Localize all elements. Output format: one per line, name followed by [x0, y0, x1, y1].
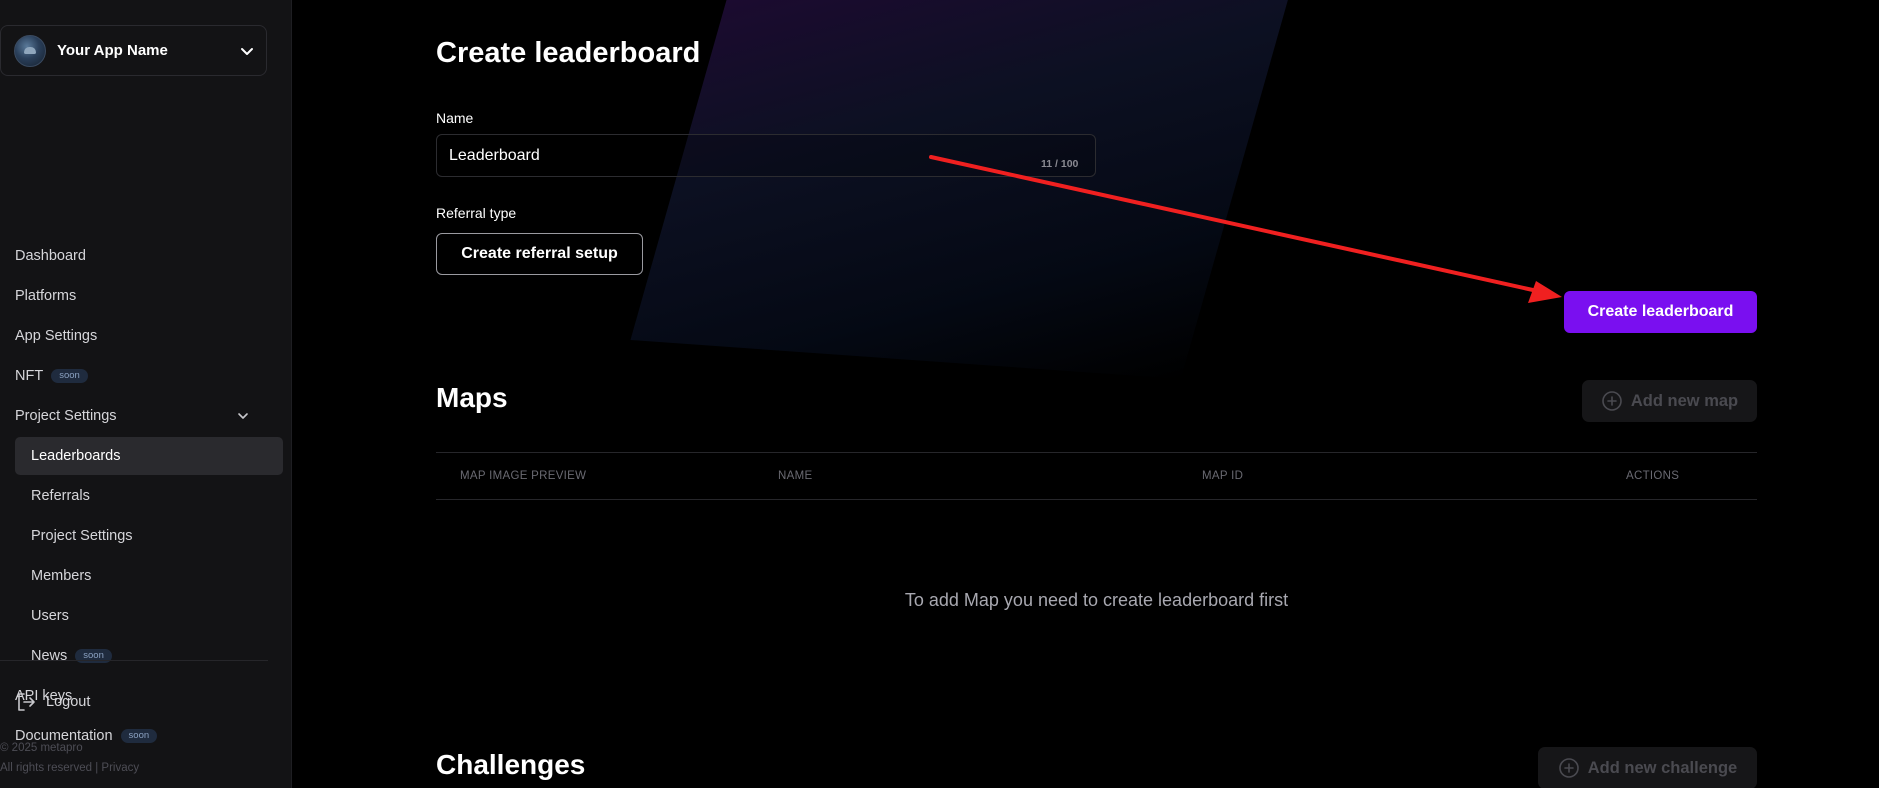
app-name: Your App Name: [57, 42, 168, 59]
sidebar-item-project-settings[interactable]: Project Settings: [15, 517, 283, 555]
sidebar-item-label: Project Settings: [15, 408, 117, 424]
sidebar-item-label: Users: [31, 608, 69, 624]
footer-rights: All rights reserved | Privacy: [0, 762, 139, 774]
sidebar: Your App Name Dashboard Platforms App Se…: [0, 0, 292, 788]
challenges-title: Challenges: [436, 749, 586, 780]
footer-rights-text: All rights reserved |: [0, 762, 99, 774]
sidebar-item-nft[interactable]: NFT soon: [15, 357, 88, 395]
column-header-name: NAME: [778, 470, 813, 482]
add-new-challenge-button[interactable]: Add new challenge: [1538, 747, 1757, 788]
add-new-map-label: Add new map: [1630, 391, 1739, 410]
sidebar-item-label: NFT: [15, 368, 44, 384]
sidebar-item-label: Members: [31, 568, 92, 584]
plus-circle-icon: [1558, 758, 1579, 778]
column-header-map-image-preview: MAP IMAGE PREVIEW: [460, 470, 587, 482]
sidebar-item-users[interactable]: Users: [15, 597, 283, 635]
soon-badge: soon: [75, 648, 112, 664]
name-char-counter: 11 / 100: [1041, 158, 1079, 170]
background-decoration: [630, 0, 1294, 380]
referral-type-label: Referral type: [436, 205, 517, 221]
sidebar-divider: [0, 660, 268, 661]
column-header-actions: ACTIONS: [1626, 470, 1680, 482]
logout-label: Logout: [46, 694, 91, 710]
add-new-challenge-label: Add new challenge: [1587, 758, 1738, 777]
sidebar-item-project-settings-group[interactable]: Project Settings: [15, 397, 250, 435]
sidebar-item-referrals[interactable]: Referrals: [15, 477, 283, 515]
sidebar-item-label: Referrals: [31, 488, 90, 504]
sidebar-item-label: Dashboard: [15, 248, 86, 264]
sidebar-item-label: App Settings: [15, 328, 98, 344]
name-label: Name: [436, 110, 474, 126]
app-avatar: [14, 34, 46, 67]
sidebar-item-label: Project Settings: [31, 528, 133, 544]
sidebar-item-app-settings[interactable]: App Settings: [15, 317, 97, 355]
sidebar-item-label: Leaderboards: [31, 448, 121, 464]
maps-title: Maps: [436, 382, 508, 413]
add-new-map-button[interactable]: Add new map: [1582, 380, 1757, 422]
page-title: Create leaderboard: [436, 37, 701, 69]
maps-empty-message: To add Map you need to create leaderboar…: [904, 590, 1289, 610]
logout-icon: [18, 693, 35, 711]
logout-button[interactable]: Logout: [15, 688, 90, 716]
sidebar-item-members[interactable]: Members: [15, 557, 283, 595]
sidebar-item-platforms[interactable]: Platforms: [15, 277, 76, 315]
sidebar-item-dashboard[interactable]: Dashboard: [15, 237, 86, 275]
soon-badge: soon: [120, 728, 158, 744]
chevron-down-icon: [238, 413, 248, 419]
main-content: Create leaderboard Name 11 / 100 Referra…: [292, 0, 1879, 788]
sidebar-item-news[interactable]: News soon: [15, 637, 112, 675]
column-header-map-id: MAP ID: [1202, 470, 1244, 482]
chevron-down-icon: [241, 48, 253, 55]
maps-table-header: MAP IMAGE PREVIEW NAME MAP ID ACTIONS: [436, 452, 1757, 500]
sidebar-item-label: Platforms: [15, 288, 77, 304]
create-referral-setup-button[interactable]: Create referral setup: [436, 233, 643, 275]
app-switcher[interactable]: Your App Name: [0, 25, 267, 76]
soon-badge: soon: [51, 368, 88, 384]
plus-circle-icon: [1602, 391, 1622, 411]
sidebar-item-leaderboards[interactable]: Leaderboards: [15, 437, 283, 475]
footer-copyright: © 2025 metapro: [0, 742, 83, 754]
sidebar-item-label: News: [31, 648, 68, 664]
create-leaderboard-button[interactable]: Create leaderboard: [1564, 291, 1757, 333]
name-input[interactable]: [436, 134, 1096, 177]
privacy-link[interactable]: Privacy: [101, 762, 139, 774]
